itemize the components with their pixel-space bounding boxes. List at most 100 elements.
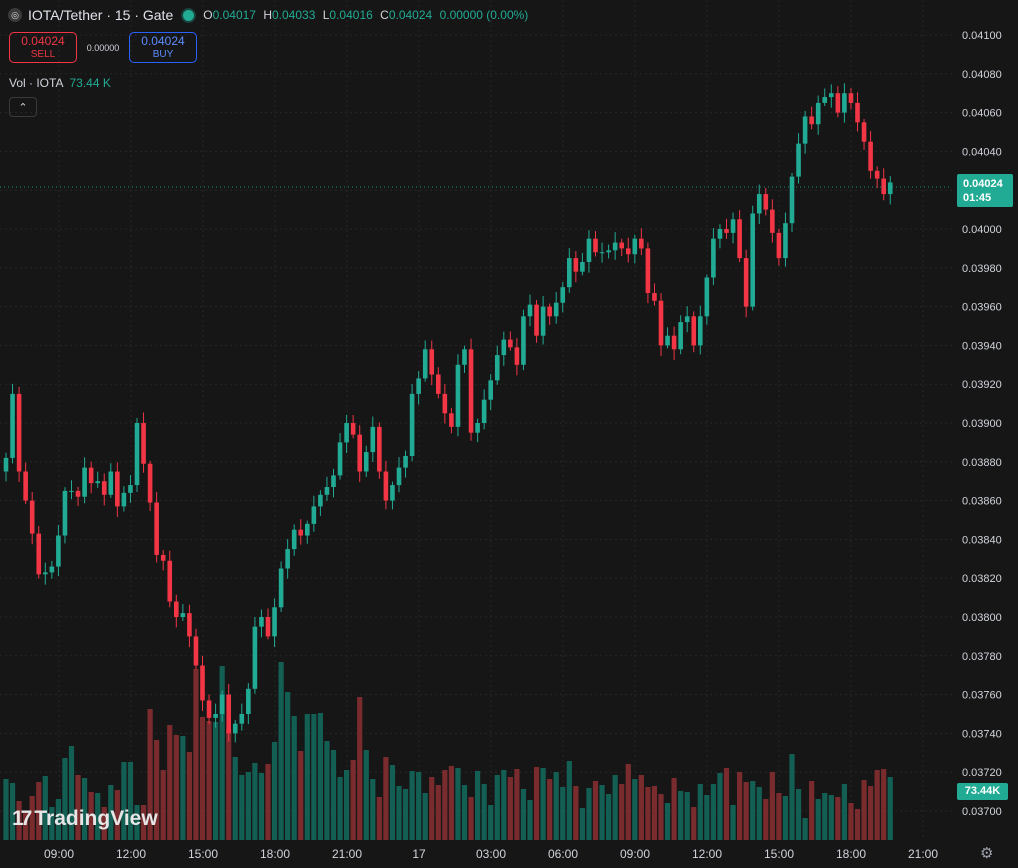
candle-body — [534, 304, 539, 336]
candle-body — [226, 694, 231, 734]
volume-bar — [802, 818, 808, 840]
price-tick-label: 0.04000 — [962, 224, 1002, 236]
candle-body — [429, 349, 435, 375]
volume-bar — [874, 770, 880, 840]
price-chart[interactable]: 0.041000.040800.040600.040400.040200.040… — [0, 0, 1018, 868]
candle-body — [180, 613, 186, 617]
volume-bar — [311, 714, 317, 840]
candle-body — [147, 463, 153, 503]
candle-body — [449, 413, 454, 427]
open-value: 0.04017 — [212, 8, 256, 22]
candle-body — [95, 481, 100, 484]
volume-bar — [684, 792, 690, 840]
price-tick-label: 0.04040 — [962, 146, 1002, 158]
volume-bar — [645, 787, 651, 840]
candle-body — [625, 248, 631, 255]
volume-bar — [455, 768, 461, 840]
volume-bar — [501, 770, 507, 840]
settings-gear-icon[interactable]: ⚙ — [980, 844, 993, 862]
volume-bar — [304, 714, 310, 840]
candle-body — [160, 554, 166, 561]
volume-bar — [213, 722, 219, 840]
price-tick-label: 0.03960 — [962, 302, 1002, 314]
candle-body — [881, 178, 886, 195]
candle-body — [396, 467, 402, 486]
candle-body — [652, 293, 657, 301]
candle-body — [141, 423, 146, 464]
price-tick-label: 0.03920 — [962, 379, 1002, 391]
candle-body — [403, 455, 408, 468]
candle-body — [128, 485, 133, 493]
price-tick-label: 0.03900 — [962, 418, 1002, 430]
time-tick-label: 15:00 — [188, 847, 218, 861]
price-tick-label: 0.03940 — [962, 340, 1002, 352]
volume-bar — [488, 805, 494, 840]
volume-bar — [612, 775, 618, 840]
buy-label: BUY — [152, 49, 174, 60]
volume-bar — [671, 778, 677, 840]
volume-bar — [756, 787, 762, 840]
volume-bar — [258, 773, 265, 840]
candle-body — [29, 500, 35, 534]
volume-bar — [180, 736, 186, 840]
last-price-tag: 0.04024 01:45 — [957, 174, 1013, 207]
candle-body — [547, 306, 552, 317]
volume-bar — [422, 793, 428, 840]
candle-body — [49, 566, 55, 573]
volume-bar — [173, 735, 179, 840]
volume-value: 73.44 K — [69, 76, 111, 90]
candle-body — [383, 471, 389, 501]
market-status-dot-icon[interactable] — [183, 9, 195, 21]
candle-body — [508, 339, 513, 348]
candle-body — [612, 242, 618, 251]
iota-logo-icon: ◎ — [8, 8, 22, 22]
candle-body — [350, 423, 356, 435]
tradingview-logo[interactable]: 17 TradingView — [12, 807, 158, 831]
candle-body — [442, 393, 448, 414]
volume-bar — [664, 803, 671, 840]
candle-body — [154, 502, 159, 555]
candle-body — [23, 471, 28, 501]
volume-bar — [252, 763, 258, 840]
time-tick-label: 17 — [412, 847, 426, 861]
volume-bar — [527, 800, 533, 840]
candle-body — [887, 182, 893, 195]
price-tick-label: 0.03780 — [962, 651, 1002, 663]
volume-bar — [795, 789, 802, 840]
volume-bar — [573, 786, 579, 840]
candle-body — [239, 714, 245, 724]
price-tick-label: 0.03720 — [962, 767, 1002, 779]
candle-body — [213, 714, 218, 718]
candle-body — [101, 481, 107, 495]
buy-button[interactable]: 0.04024 BUY — [129, 32, 197, 63]
candle-body — [750, 213, 755, 307]
candle-body — [167, 560, 173, 602]
candle-body — [43, 572, 48, 575]
candle-body — [855, 102, 860, 123]
volume-bar — [350, 760, 356, 840]
candle-body — [658, 300, 664, 346]
candle-body — [187, 613, 192, 637]
candle-body — [357, 434, 362, 472]
volume-bar — [265, 764, 271, 840]
volume-bar — [592, 781, 599, 840]
volume-legend[interactable]: Vol · IOTA 73.44 K — [9, 76, 111, 90]
spread-value: 0.00000 — [86, 42, 120, 53]
volume-bar — [442, 770, 448, 840]
candle-body — [278, 568, 284, 608]
sell-button[interactable]: 0.04024 SELL — [9, 32, 77, 63]
volume-bar — [291, 716, 297, 840]
volume-bar — [723, 768, 730, 840]
candle-body — [514, 347, 520, 365]
sell-price: 0.04024 — [21, 34, 65, 48]
volume-bar — [344, 770, 350, 840]
volume-bar — [710, 784, 716, 840]
bar-countdown: 01:45 — [963, 192, 992, 204]
candle-body — [82, 467, 87, 497]
volume-bar — [363, 750, 369, 840]
symbol-title[interactable]: IOTA/Tether · 15 · Gate — [28, 7, 173, 23]
collapse-legend-button[interactable]: ⌃ — [9, 97, 37, 117]
candle-body — [69, 490, 74, 492]
volume-bar — [520, 789, 527, 840]
candle-body — [475, 423, 480, 433]
